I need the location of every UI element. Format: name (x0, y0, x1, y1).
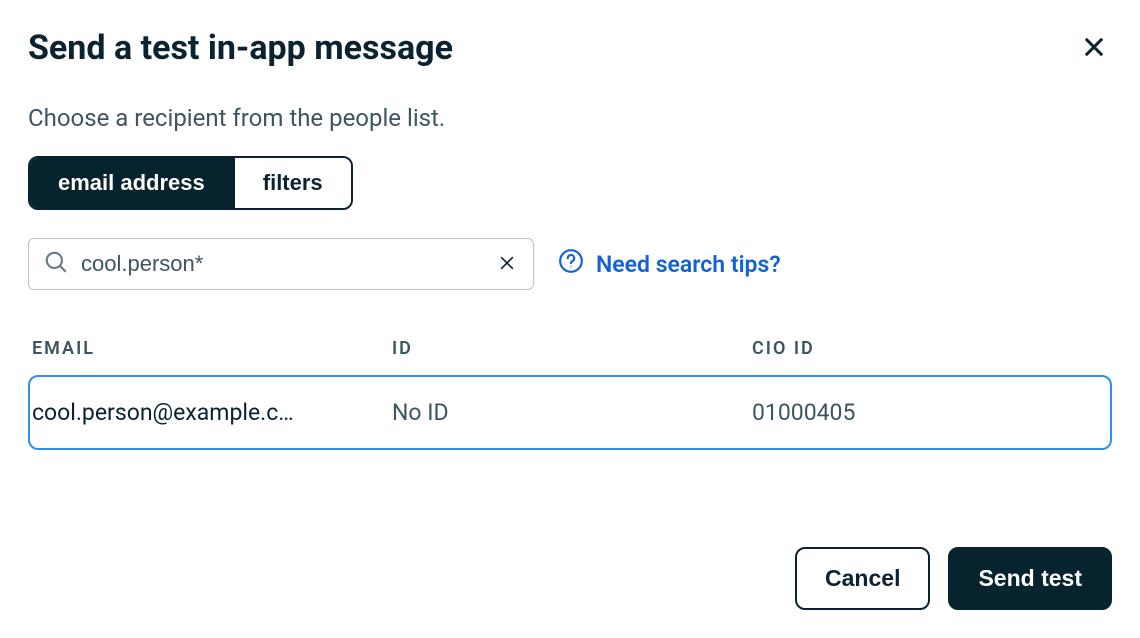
table-header-row: EMAIL ID CIO ID (28, 338, 1112, 375)
cell-id: No ID (392, 399, 752, 426)
x-icon (497, 261, 517, 276)
results-table: EMAIL ID CIO ID cool.person@example.c… N… (28, 338, 1112, 450)
cell-cio-id: 01000405 (752, 399, 1100, 426)
cancel-button[interactable]: Cancel (795, 547, 930, 610)
table-row[interactable]: cool.person@example.c… No ID 01000405 (28, 375, 1112, 450)
search-mode-toggle: email address filters (28, 156, 353, 210)
modal-header: Send a test in-app message (28, 28, 1112, 68)
column-header-cio-id: CIO ID (752, 338, 1108, 359)
clear-search-button[interactable] (495, 251, 519, 278)
column-header-id: ID (392, 338, 752, 359)
search-box (28, 238, 534, 290)
search-tips-link[interactable]: Need search tips? (558, 248, 781, 280)
modal-footer: Cancel Send test (795, 547, 1112, 610)
search-tips-label: Need search tips? (596, 251, 781, 278)
segment-email-address[interactable]: email address (30, 158, 235, 208)
segment-filters[interactable]: filters (235, 158, 351, 208)
cell-email: cool.person@example.c… (32, 399, 392, 426)
column-header-email: EMAIL (32, 338, 392, 359)
modal-subtitle: Choose a recipient from the people list. (28, 104, 1112, 132)
search-icon (43, 249, 69, 279)
close-icon (1080, 49, 1108, 64)
search-input[interactable] (81, 251, 495, 277)
close-button[interactable] (1076, 29, 1112, 68)
help-circle-icon (558, 248, 584, 280)
send-test-button[interactable]: Send test (948, 547, 1112, 610)
modal-title: Send a test in-app message (28, 28, 453, 68)
search-row: Need search tips? (28, 238, 1112, 290)
